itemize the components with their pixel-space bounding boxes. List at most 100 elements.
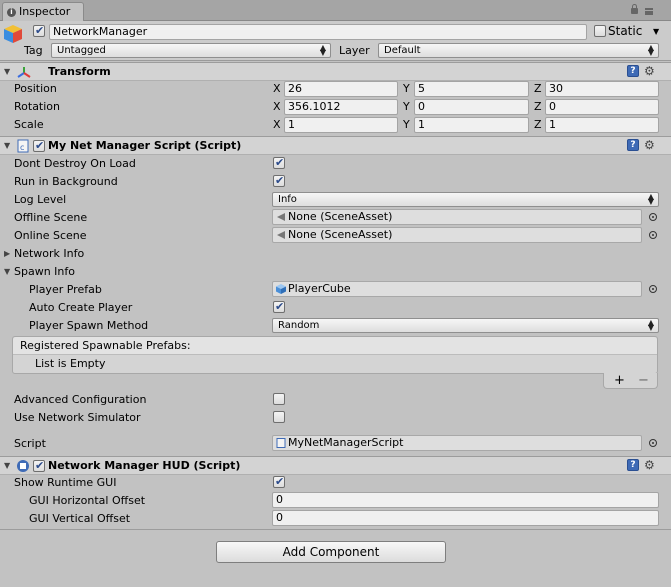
- rotation-z-input[interactable]: 0: [545, 99, 659, 115]
- tag-label: Tag: [24, 44, 43, 57]
- position-label: Position: [14, 82, 57, 95]
- tab-bar: i Inspector: [0, 0, 671, 21]
- axis-x-label[interactable]: X: [273, 82, 281, 95]
- foldout-expanded-icon[interactable]: ▼: [4, 267, 10, 276]
- log-level-dropdown[interactable]: Info ▲ ▼: [272, 192, 659, 207]
- player-prefab-label: Player Prefab: [29, 283, 102, 296]
- registered-prefabs-label: Registered Spawnable Prefabs:: [20, 339, 191, 352]
- scale-y-input[interactable]: 1: [414, 117, 529, 133]
- chevron-updown-icon: ▲ ▼: [647, 192, 654, 206]
- show-gui-checkbox[interactable]: [273, 475, 285, 488]
- gear-icon[interactable]: ⚙: [644, 459, 658, 471]
- layer-value: Default: [384, 45, 421, 56]
- spawn-method-label: Player Spawn Method: [29, 319, 149, 332]
- offline-scene-field[interactable]: None (SceneAsset): [272, 209, 642, 225]
- transform-title: Transform: [48, 65, 111, 78]
- gear-icon[interactable]: ⚙: [644, 65, 658, 77]
- foldout-expanded-icon[interactable]: ▼: [4, 67, 10, 76]
- divider: [0, 529, 671, 530]
- axis-z-label[interactable]: Z: [534, 100, 542, 113]
- static-dropdown-arrow[interactable]: ▼: [653, 27, 659, 36]
- list-empty-text: List is Empty: [35, 357, 106, 370]
- network-info-foldout[interactable]: Network Info: [14, 247, 84, 260]
- registered-prefabs-list: Registered Spawnable Prefabs: List is Em…: [12, 336, 658, 374]
- scale-z-input[interactable]: 1: [545, 117, 659, 133]
- add-item-button[interactable]: +: [614, 373, 625, 388]
- object-active-checkbox[interactable]: [33, 24, 45, 37]
- foldout-expanded-icon[interactable]: ▼: [4, 141, 10, 150]
- foldout-expanded-icon[interactable]: ▼: [4, 461, 10, 470]
- axis-y-label[interactable]: Y: [403, 118, 410, 131]
- object-picker-icon[interactable]: [649, 439, 657, 447]
- auto-create-checkbox[interactable]: [273, 300, 285, 313]
- player-prefab-value: PlayerCube: [288, 282, 351, 295]
- advanced-config-label: Advanced Configuration: [14, 393, 147, 406]
- net-manager-enabled-checkbox[interactable]: [33, 139, 45, 152]
- auto-create-label: Auto Create Player: [29, 301, 133, 314]
- foldout-collapsed-icon[interactable]: ▶: [4, 249, 10, 258]
- rotation-x-input[interactable]: 356.1012: [284, 99, 398, 115]
- online-scene-value: None (SceneAsset): [288, 228, 393, 241]
- axis-z-label[interactable]: Z: [534, 82, 542, 95]
- position-y-input[interactable]: 5: [414, 81, 529, 97]
- rotation-y-input[interactable]: 0: [414, 99, 529, 115]
- run-background-checkbox[interactable]: [273, 174, 285, 187]
- network-simulator-label: Use Network Simulator: [14, 411, 141, 424]
- layer-dropdown[interactable]: Default ▲ ▼: [378, 43, 659, 58]
- object-picker-icon[interactable]: [649, 231, 657, 239]
- axis-x-label[interactable]: X: [273, 100, 281, 113]
- spawn-info-foldout[interactable]: Spawn Info: [14, 265, 75, 278]
- log-level-label: Log Level: [14, 193, 67, 206]
- menu-icon[interactable]: [645, 8, 653, 15]
- object-header: NetworkManager Static ▼ Tag Untagged ▲▼ …: [0, 21, 671, 61]
- hud-title: Network Manager HUD (Script): [48, 459, 241, 472]
- script-value: MyNetManagerScript: [288, 436, 404, 449]
- remove-item-button[interactable]: −: [638, 373, 649, 388]
- help-book-icon[interactable]: ?: [627, 139, 639, 151]
- static-label: Static: [608, 24, 643, 38]
- hud-header[interactable]: ▼ Network Manager HUD (Script) ? ⚙: [0, 456, 671, 475]
- script-label: Script: [14, 437, 46, 450]
- net-manager-header[interactable]: ▼ c My Net Manager Script (Script) ? ⚙: [0, 136, 671, 155]
- axis-z-label[interactable]: Z: [534, 118, 542, 131]
- chevron-updown-icon: ▲ ▼: [647, 318, 654, 332]
- show-gui-label: Show Runtime GUI: [14, 476, 117, 489]
- position-x-input[interactable]: 26: [284, 81, 398, 97]
- position-z-input[interactable]: 30: [545, 81, 659, 97]
- object-name-input[interactable]: NetworkManager: [49, 24, 587, 40]
- scene-asset-icon: [277, 213, 285, 221]
- help-book-icon[interactable]: ?: [627, 459, 639, 471]
- svg-text:c: c: [20, 143, 24, 152]
- transform-header[interactable]: ▼ Transform ? ⚙: [0, 62, 671, 81]
- axis-y-label[interactable]: Y: [403, 82, 410, 95]
- script-field[interactable]: MyNetManagerScript: [272, 435, 642, 451]
- help-book-icon[interactable]: ?: [627, 65, 639, 77]
- add-component-button[interactable]: Add Component: [216, 541, 446, 563]
- v-offset-input[interactable]: 0: [272, 510, 659, 526]
- network-simulator-checkbox[interactable]: [273, 411, 285, 423]
- gear-icon[interactable]: ⚙: [644, 139, 658, 151]
- tag-dropdown[interactable]: Untagged ▲ ▼: [51, 43, 331, 58]
- layer-label: Layer: [339, 44, 370, 57]
- network-hud-icon: [17, 460, 29, 472]
- axis-y-label[interactable]: Y: [403, 100, 410, 113]
- dont-destroy-checkbox[interactable]: [273, 156, 285, 169]
- tab-inspector[interactable]: i Inspector: [2, 2, 84, 21]
- h-offset-input[interactable]: 0: [272, 492, 659, 508]
- list-footer: + −: [603, 373, 658, 389]
- prefab-cube-icon: [276, 284, 286, 294]
- lock-icon[interactable]: [631, 4, 638, 14]
- advanced-config-checkbox[interactable]: [273, 393, 285, 405]
- offline-scene-label: Offline Scene: [14, 211, 88, 224]
- dont-destroy-label: Dont Destroy On Load: [14, 157, 136, 170]
- axis-x-label[interactable]: X: [273, 118, 281, 131]
- info-icon: i: [7, 8, 16, 17]
- player-prefab-field[interactable]: PlayerCube: [272, 281, 642, 297]
- scale-x-input[interactable]: 1: [284, 117, 398, 133]
- object-picker-icon[interactable]: [649, 285, 657, 293]
- object-picker-icon[interactable]: [649, 213, 657, 221]
- spawn-method-dropdown[interactable]: Random ▲ ▼: [272, 318, 659, 333]
- static-checkbox[interactable]: [594, 25, 606, 37]
- online-scene-field[interactable]: None (SceneAsset): [272, 227, 642, 243]
- hud-enabled-checkbox[interactable]: [33, 459, 45, 472]
